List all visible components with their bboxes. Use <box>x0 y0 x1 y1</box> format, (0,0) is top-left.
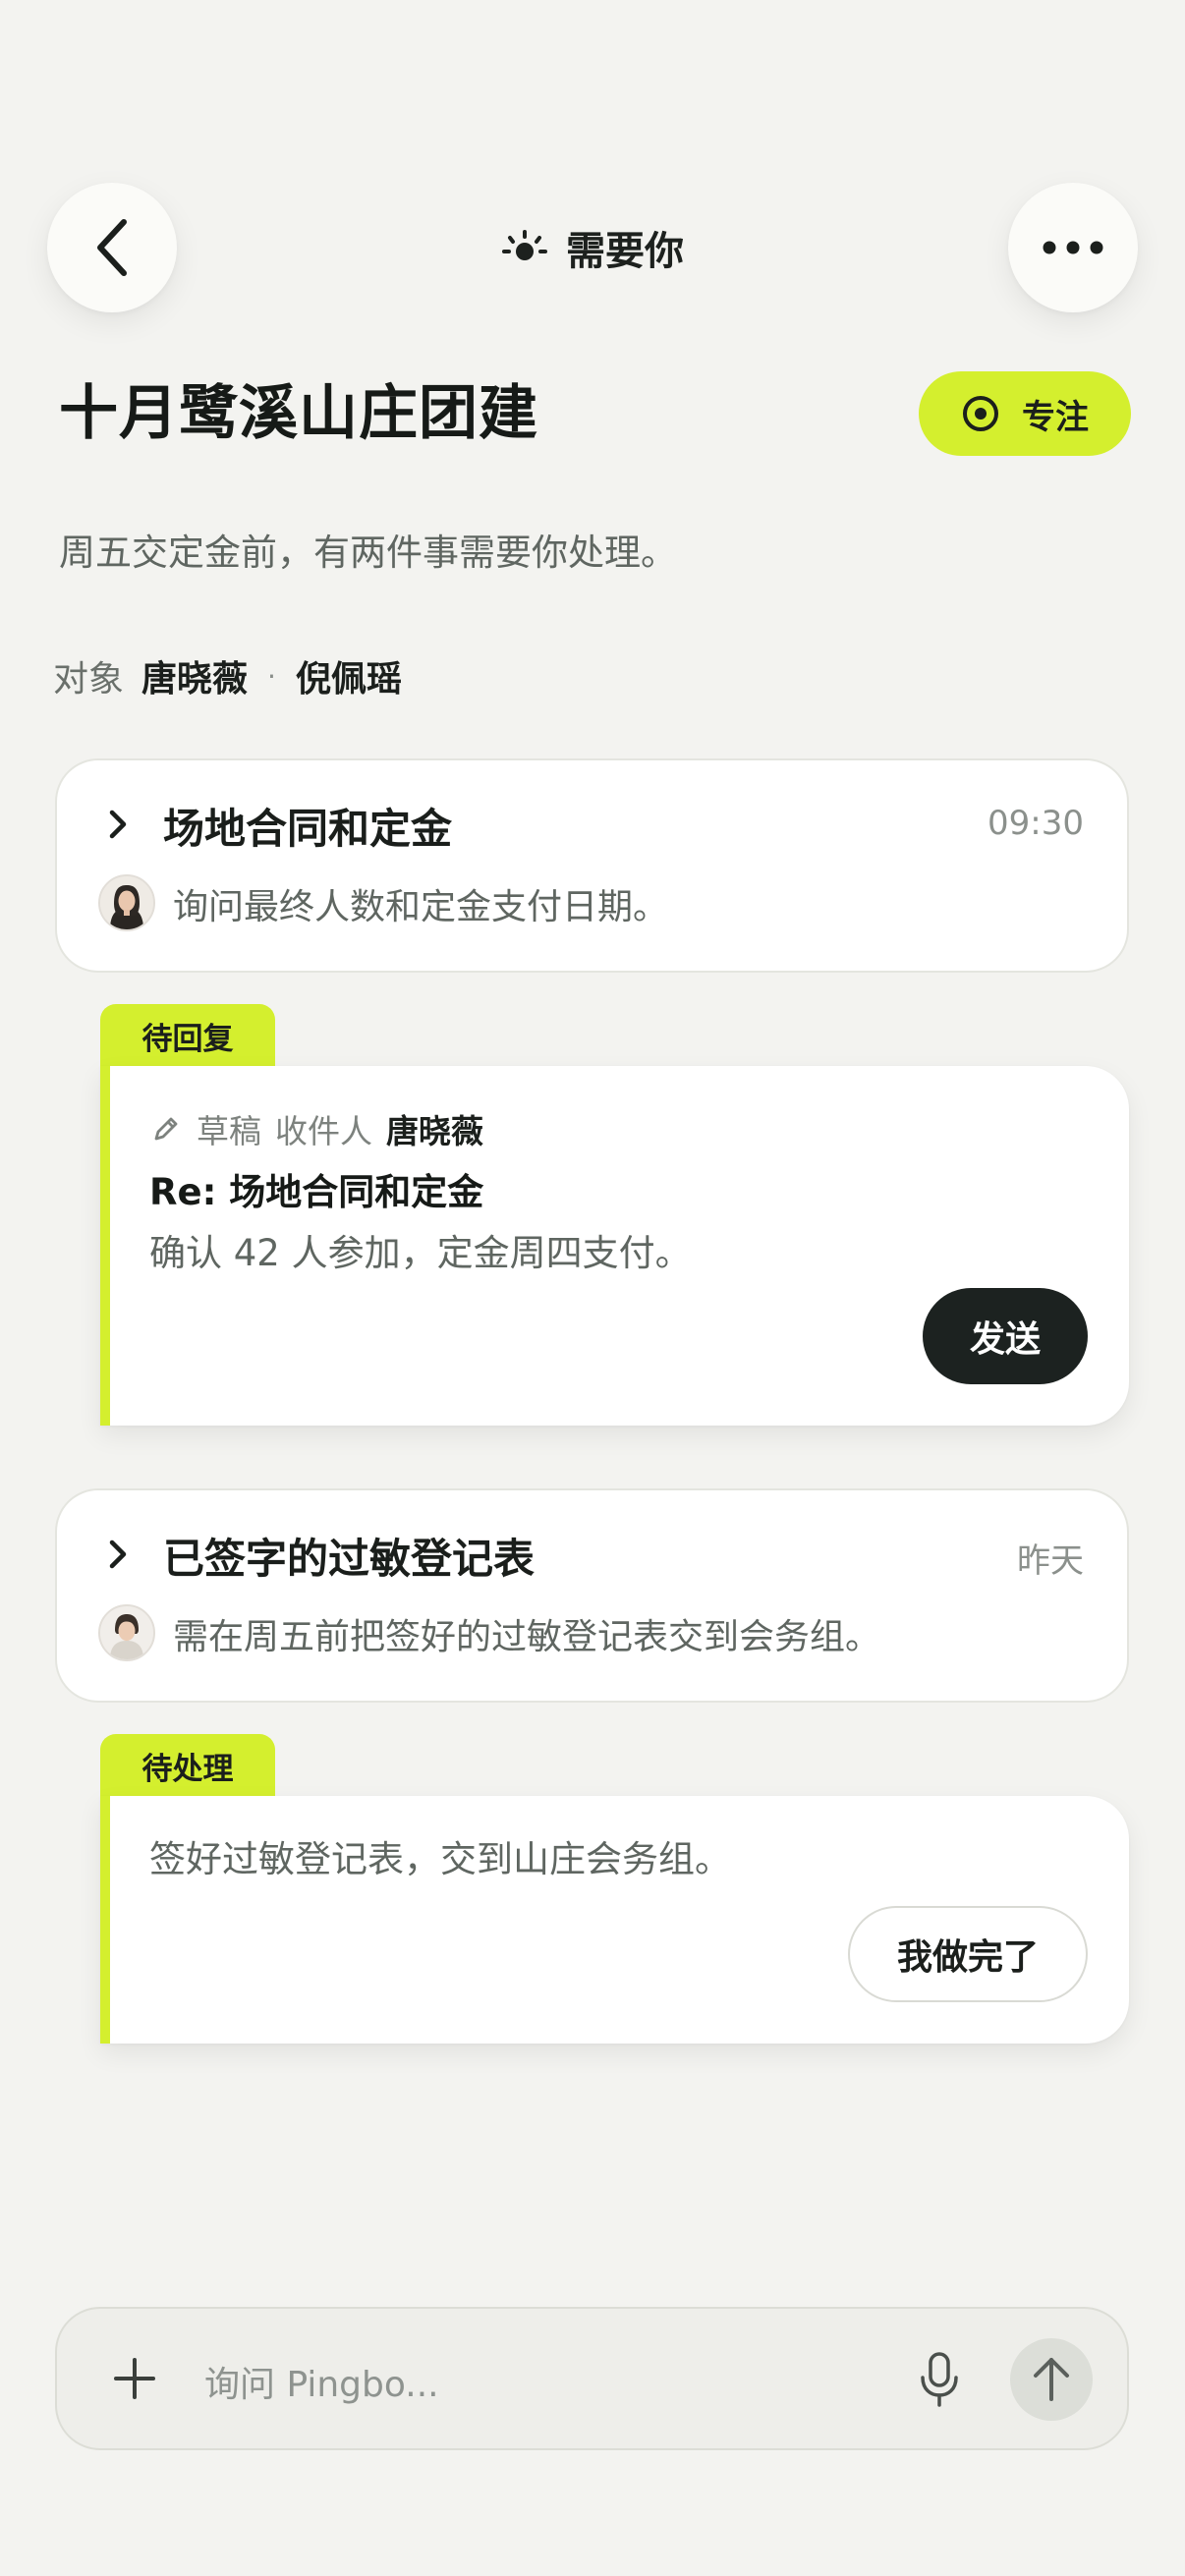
thread-card[interactable]: 场地合同和定金 09:30 询问最终人数和定金支付日期。 <box>55 758 1129 973</box>
focus-label: 专注 <box>1022 397 1089 437</box>
thread-title: 已签字的过敏登记表 <box>163 1535 536 1583</box>
recipient-name: 唐晓薇 <box>386 1112 483 1150</box>
thread-snippet: 需在周五前把签好的过敏登记表交到会务组。 <box>173 1617 881 1657</box>
more-button[interactable] <box>1008 183 1138 312</box>
pencil-icon <box>154 1117 178 1141</box>
chevron-right-icon <box>109 810 127 839</box>
status-badge: 待回复 <box>100 1004 275 1067</box>
status-badge: 待处理 <box>100 1734 275 1797</box>
thread-time: 昨天 <box>1017 1541 1084 1581</box>
target-icon <box>963 396 998 431</box>
send-message-button[interactable] <box>1010 2338 1093 2421</box>
page-header-title: 需要你 <box>566 229 684 274</box>
page-title: 十月鹭溪山庄团建 <box>59 379 538 448</box>
focus-button[interactable]: 专注 <box>919 371 1131 456</box>
send-button[interactable]: 发送 <box>923 1288 1088 1384</box>
todo-card: 签好过敏登记表，交到山庄会务组。 我做完了 <box>100 1796 1129 2044</box>
composer-input[interactable]: 询问 Pingbo... <box>204 2356 439 2407</box>
thread-card[interactable]: 已签字的过敏登记表 昨天 需在周五前把签好的过敏登记表交到会务组。 <box>55 1488 1129 1703</box>
targets-label: 对象 <box>53 659 125 700</box>
targets-row: 对象 唐晓薇 · 倪佩瑶 <box>53 650 402 701</box>
composer[interactable]: 询问 Pingbo... <box>55 2307 1129 2450</box>
recipient-label: 收件人 <box>275 1112 372 1150</box>
todo-body: 签好过敏登记表，交到山庄会务组。 <box>149 1838 731 1880</box>
mark-done-button[interactable]: 我做完了 <box>848 1906 1088 2002</box>
draft-meta: 草稿 收件人 唐晓薇 <box>149 1105 483 1152</box>
avatar <box>98 874 155 931</box>
draft-card: 草稿 收件人 唐晓薇 Re: 场地合同和定金 确认 42 人参加，定金周四支付。… <box>100 1066 1129 1426</box>
draft-label: 草稿 <box>197 1112 261 1150</box>
chevron-right-icon <box>109 1540 127 1569</box>
avatar <box>98 1604 155 1661</box>
target-name[interactable]: 倪佩瑶 <box>296 650 402 701</box>
thread-snippet: 询问最终人数和定金支付日期。 <box>173 887 669 927</box>
more-horizontal-icon <box>1043 241 1103 254</box>
draft-subject[interactable]: Re: 场地合同和定金 <box>149 1162 483 1215</box>
page-subtitle: 周五交定金前，有两件事需要你处理。 <box>59 532 677 574</box>
microphone-icon[interactable] <box>918 2350 961 2409</box>
target-separator: · <box>267 659 276 693</box>
arrow-up-icon <box>1034 2358 1069 2401</box>
thread-title: 场地合同和定金 <box>163 805 453 853</box>
sun-icon <box>502 230 547 260</box>
target-name[interactable]: 唐晓薇 <box>141 650 248 701</box>
thread-time: 09:30 <box>988 804 1084 843</box>
draft-body[interactable]: 确认 42 人参加，定金周四支付。 <box>149 1223 692 1276</box>
plus-icon[interactable] <box>110 2354 159 2403</box>
